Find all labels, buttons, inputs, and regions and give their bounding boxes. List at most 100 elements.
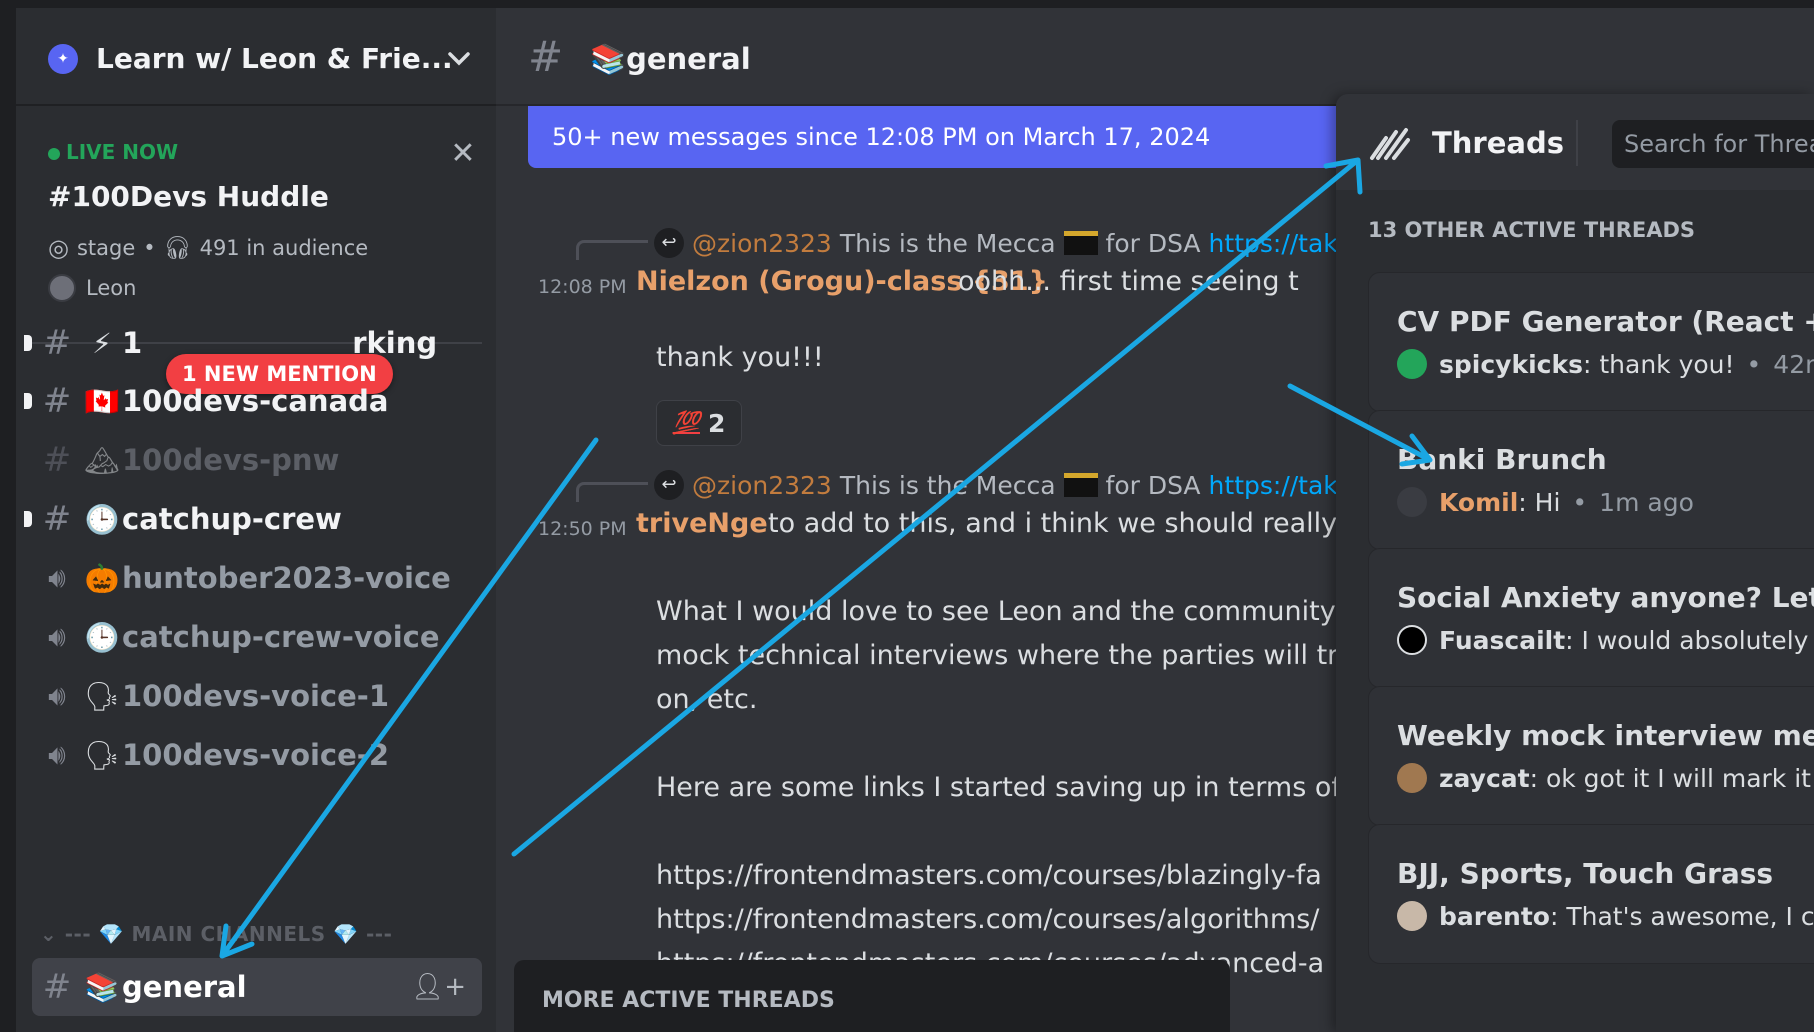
thread-title: CV PDF Generator (React + Pu [1397, 305, 1814, 338]
voice-channel-item[interactable]: 🔊︎ 🗣 100devs-voice-1 [32, 667, 482, 725]
avatar [1397, 487, 1427, 517]
reaction-count: 2 [708, 408, 726, 438]
reply-text: for DSA [1105, 228, 1201, 258]
channel-item[interactable]: # 🕒 catchup-crew [24, 490, 482, 548]
channel-name: 1 [122, 326, 143, 360]
message-text: mock technical interviews where the part… [656, 640, 1339, 671]
headphones-icon: 🎧︎ [163, 235, 192, 261]
server-name: Learn w/ Leon & Frie... [96, 42, 453, 75]
close-icon[interactable]: ✕ [448, 139, 478, 170]
speaker-icon: 🔊︎ [48, 679, 66, 712]
avatar [1397, 625, 1427, 655]
avatar [48, 274, 76, 302]
thread-card[interactable]: Weekly mock interview meetin zaycat: ok … [1368, 686, 1814, 826]
stage-type: stage [76, 236, 136, 260]
message-link[interactable]: https://frontendmasters.com/courses/blaz… [656, 860, 1322, 891]
message-text: What I would love to see Leon and the co… [656, 596, 1336, 627]
message-text: oohh... first time seeing t [958, 266, 1299, 297]
thread-card[interactable]: CV PDF Generator (React + Pu spicykicks:… [1368, 272, 1814, 412]
live-stage-card[interactable]: LIVE NOW ✕ #100Devs Huddle ◎ stage • 🎧︎ … [48, 138, 488, 318]
channel-title: 📚general [590, 42, 751, 77]
reply-link[interactable]: https://take [1209, 229, 1353, 258]
message-text: Here are some links I started saving up … [656, 772, 1341, 803]
thread-message: : ok got it I will mark it [1529, 763, 1811, 793]
category-header[interactable]: ⌄ --- 💎 MAIN CHANNELS 💎 --- [40, 922, 392, 946]
thread-card[interactable]: BJJ, Sports, Touch Grass barento: That's… [1368, 824, 1814, 964]
thread-card[interactable]: Social Anxiety anyone? Let's t Fuascailt… [1368, 548, 1814, 688]
channel-item[interactable]: # 🏔 100devs-pnw [32, 431, 482, 489]
thread-message: : Hi [1518, 487, 1561, 517]
add-member-icon[interactable]: 👤︎+ [411, 972, 466, 1002]
kaaba-emoji [1063, 473, 1098, 497]
thread-time: 42m [1773, 349, 1814, 379]
stage-meta: ◎ stage • 🎧︎ 491 in audience [48, 234, 368, 262]
discord-app: ✦ Learn w/ Leon & Frie... LIVE NOW ✕ #10… [0, 0, 1814, 1032]
thread-title: Social Anxiety anyone? Let's t [1397, 581, 1814, 614]
reply-preview[interactable]: ↩ @zion2323 This is the Mecca for DSA ht… [654, 470, 1352, 500]
channel-sidebar: ✦ Learn w/ Leon & Frie... LIVE NOW ✕ #10… [16, 8, 496, 1032]
text-channel-icon: # [42, 381, 72, 421]
kaaba-emoji [1063, 231, 1098, 255]
server-header[interactable]: ✦ Learn w/ Leon & Frie... [16, 8, 496, 106]
message-author[interactable]: triveNge [636, 508, 768, 539]
chevron-down-icon[interactable] [444, 44, 474, 74]
reply-text: This is the Mecca [839, 470, 1056, 500]
reply-arrow-icon: ↩ [654, 228, 684, 258]
separator-dot: • [1572, 487, 1588, 517]
channel-name: general [626, 42, 751, 76]
reply-username[interactable]: @zion2323 [692, 471, 832, 500]
new-messages-bar[interactable]: 50+ new messages since 12:08 PM on March… [528, 106, 1448, 168]
thread-user: Fuascailt [1439, 625, 1566, 655]
channel-item[interactable]: # 🇨🇦 100devs-canada [24, 372, 482, 430]
channel-name: 100devs-voice-1 [122, 679, 390, 713]
thread-message: : That's awesome, I c [1549, 901, 1814, 931]
channel-name: huntober2023-voice [122, 561, 451, 595]
reply-arrow-icon: ↩ [654, 470, 684, 500]
reply-username[interactable]: @zion2323 [692, 229, 832, 258]
more-active-threads-popup[interactable]: MORE ACTIVE THREADS [514, 960, 1230, 1032]
reply-link[interactable]: https://take [1209, 471, 1353, 500]
voice-channel-item[interactable]: 🔊︎ 🗣 100devs-voice-2 [32, 726, 482, 784]
channel-name: catchup-crew [122, 502, 342, 536]
reply-text: This is the Mecca [839, 228, 1056, 258]
thread-title: BJJ, Sports, Touch Grass [1397, 857, 1774, 890]
channel-emoji: 🕒 [84, 502, 120, 536]
speaker-icon: 🔊︎ [48, 561, 66, 594]
channel-name: 100devs-pnw [122, 443, 340, 477]
message-text: to add to this, and i think we should re… [768, 508, 1338, 539]
message-timestamp: 12:08 PM [538, 276, 627, 298]
message-text: on, etc. [656, 684, 758, 715]
thread-message: : I would absolutely [1565, 625, 1809, 655]
channel-name: 100devs-voice-2 [122, 738, 390, 772]
channel-item-general[interactable]: # 📚 general 👤︎+ [32, 958, 482, 1016]
channel-emoji: 🏔 [84, 443, 120, 477]
voice-channel-item[interactable]: 🔊︎ 🎃 huntober2023-voice [32, 549, 482, 607]
thread-card[interactable]: Banki Brunch Komil: Hi • 1m ago [1368, 410, 1814, 550]
channel-emoji: 📚 [84, 970, 120, 1004]
reply-preview[interactable]: ↩ @zion2323 This is the Mecca for DSA ht… [654, 228, 1352, 258]
unread-indicator [24, 335, 32, 351]
avatar [1397, 763, 1427, 793]
thread-last-message: spicykicks: thank you! • 42m [1397, 349, 1814, 379]
thread-message: : thank you! [1582, 349, 1735, 379]
thread-user: barento [1439, 901, 1550, 931]
reaction-button[interactable]: 💯 2 [656, 400, 742, 446]
text-channel-icon: # [42, 440, 72, 480]
channel-emoji: 📚 [590, 42, 627, 76]
voice-channel-item[interactable]: 🔊︎ 🕒 catchup-crew-voice [32, 608, 482, 666]
channel-name: 100devs-canada [122, 384, 389, 418]
threads-panel: Threads Search for Threa 13 OTHER ACTIVE… [1336, 94, 1814, 1032]
category-label: --- 💎 MAIN CHANNELS 💎 --- [64, 922, 393, 946]
reply-connector [576, 240, 648, 260]
text-channel-icon: # [528, 32, 564, 81]
channel-emoji: 🗣 [84, 679, 120, 713]
active-threads-count: 13 OTHER ACTIVE THREADS [1368, 218, 1696, 242]
stage-host: Leon [48, 274, 136, 302]
server-logo-icon: ✦ [48, 44, 78, 74]
channel-emoji: 🕒 [84, 620, 120, 654]
message-link[interactable]: https://frontendmasters.com/courses/algo… [656, 904, 1319, 935]
avatar [1397, 349, 1427, 379]
stage-icon: ◎ [48, 234, 69, 262]
channel-name: catchup-crew-voice [122, 620, 440, 654]
thread-search-input[interactable]: Search for Threa [1612, 120, 1814, 168]
